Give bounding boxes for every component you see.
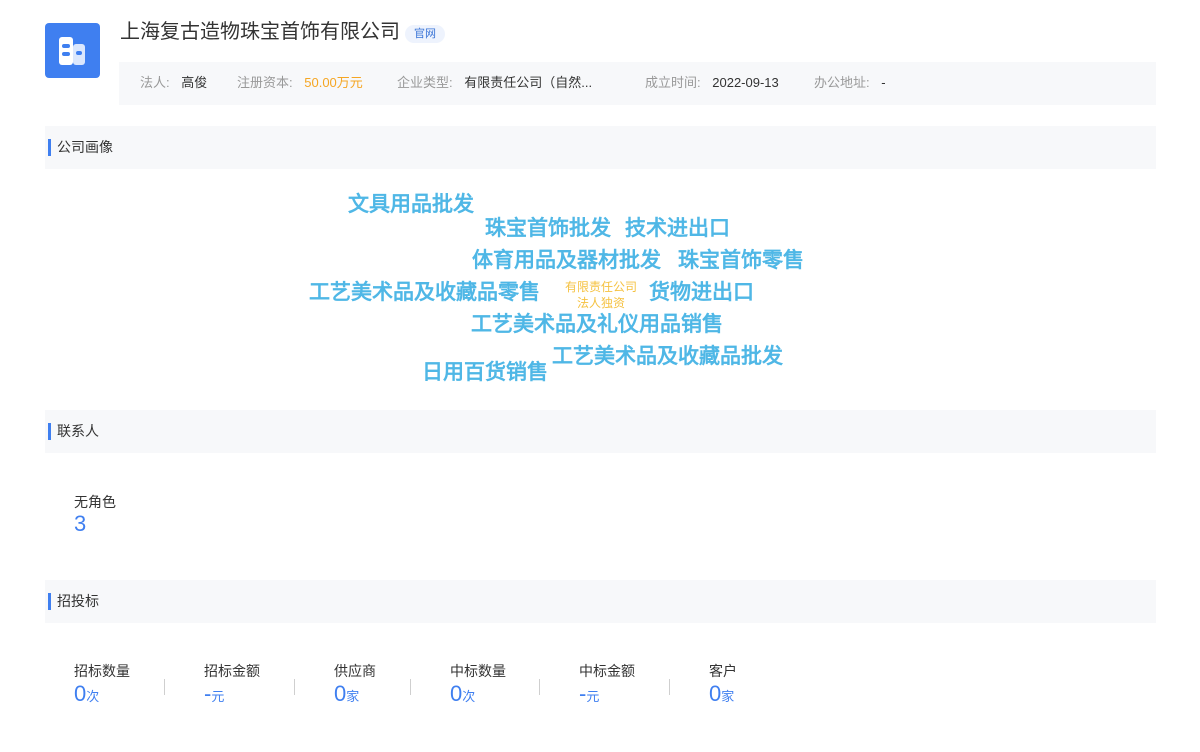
tag-word: 日用百货销售 — [422, 361, 548, 384]
founded-item: 成立时间: 2022-09-13 — [645, 74, 779, 92]
official-site-badge[interactable]: 官网 — [405, 25, 445, 43]
stat-unit: 元 — [586, 689, 600, 704]
stat-award-amount: 中标金额 -元 — [579, 662, 635, 710]
section-accent-bar — [48, 423, 51, 440]
stat-label: 招标数量 — [74, 663, 130, 679]
section-accent-bar — [48, 139, 51, 156]
stat-value[interactable]: -元 — [204, 681, 260, 710]
section-bidding: 招投标 — [45, 580, 1156, 623]
stat-value[interactable]: 0次 — [450, 681, 506, 710]
contact-role-count[interactable]: 3 — [74, 511, 86, 537]
stat-value[interactable]: -元 — [579, 681, 635, 710]
founded-label: 成立时间: — [645, 75, 701, 90]
legal-rep-item: 法人: 高俊 — [140, 74, 207, 92]
address-item: 办公地址: - — [814, 74, 886, 92]
stat-unit: 家 — [721, 689, 735, 704]
stat-tender-count: 招标数量 0次 — [74, 662, 130, 710]
stat-divider — [294, 679, 295, 695]
company-name: 上海复古造物珠宝首饰有限公司 — [120, 21, 400, 43]
tag-word: 工艺美术品及收藏品零售 — [309, 281, 540, 304]
section-contacts: 联系人 — [45, 410, 1156, 453]
stat-label: 客户 — [709, 663, 737, 679]
tag-word: 珠宝首饰批发 — [485, 217, 611, 240]
section-accent-bar — [48, 593, 51, 610]
company-logo — [45, 23, 100, 78]
stat-unit: 元 — [211, 689, 225, 704]
stat-tender-amount: 招标金额 -元 — [204, 662, 260, 710]
company-type-label: 企业类型: — [397, 75, 453, 90]
capital-item: 注册资本: 50.00万元 — [237, 74, 363, 92]
stat-value[interactable]: 0家 — [334, 681, 376, 710]
tag-word: 有限责任公司 — [564, 280, 637, 294]
tag-word: 工艺美术品及礼仪用品销售 — [471, 313, 723, 336]
stat-label: 供应商 — [334, 663, 376, 679]
address-label: 办公地址: — [814, 75, 870, 90]
section-title: 联系人 — [57, 423, 99, 439]
tag-word: 工艺美术品及收藏品批发 — [552, 345, 783, 368]
section-title: 公司画像 — [57, 139, 113, 155]
stat-divider — [410, 679, 411, 695]
basic-info-bar: 法人: 高俊 注册资本: 50.00万元 企业类型: 有限责任公司（自然... … — [119, 62, 1156, 105]
stat-unit: 次 — [462, 689, 476, 704]
stat-value[interactable]: 0次 — [74, 681, 130, 710]
stat-value[interactable]: 0家 — [709, 681, 737, 710]
tag-word: 珠宝首饰零售 — [678, 249, 804, 272]
tag-word: 技术进出口 — [625, 217, 730, 240]
company-tag-cloud: 文具用品批发 珠宝首饰批发 技术进出口 体育用品及器材批发 珠宝首饰零售 工艺美… — [300, 185, 840, 395]
stat-unit: 次 — [86, 689, 100, 704]
legal-rep-label: 法人: — [140, 75, 170, 90]
tag-word: 货物进出口 — [649, 281, 754, 304]
stat-divider — [669, 679, 670, 695]
capital-label: 注册资本: — [237, 75, 293, 90]
stat-suppliers: 供应商 0家 — [334, 662, 376, 710]
stat-unit: 家 — [346, 689, 360, 704]
stat-label: 中标金额 — [579, 663, 635, 679]
company-type-value: 有限责任公司（自然... — [464, 75, 593, 90]
tag-word: 体育用品及器材批发 — [472, 249, 661, 272]
stat-label: 招标金额 — [204, 663, 260, 679]
legal-rep-value[interactable]: 高俊 — [181, 75, 207, 90]
stat-divider — [164, 679, 165, 695]
stat-divider — [539, 679, 540, 695]
capital-value: 50.00万元 — [304, 75, 363, 90]
tag-word: 法人独资 — [576, 296, 625, 310]
address-value: - — [881, 75, 886, 90]
section-title: 招投标 — [57, 593, 99, 609]
section-company-portrait: 公司画像 — [45, 126, 1156, 169]
stat-award-count: 中标数量 0次 — [450, 662, 506, 710]
stat-customers: 客户 0家 — [709, 662, 737, 710]
contact-role-label: 无角色 — [74, 494, 116, 510]
tag-word: 文具用品批发 — [348, 193, 474, 216]
founded-value: 2022-09-13 — [712, 75, 779, 90]
company-type-item: 企业类型: 有限责任公司（自然... — [397, 74, 592, 92]
stat-label: 中标数量 — [450, 663, 506, 679]
building-icon — [59, 37, 85, 65]
